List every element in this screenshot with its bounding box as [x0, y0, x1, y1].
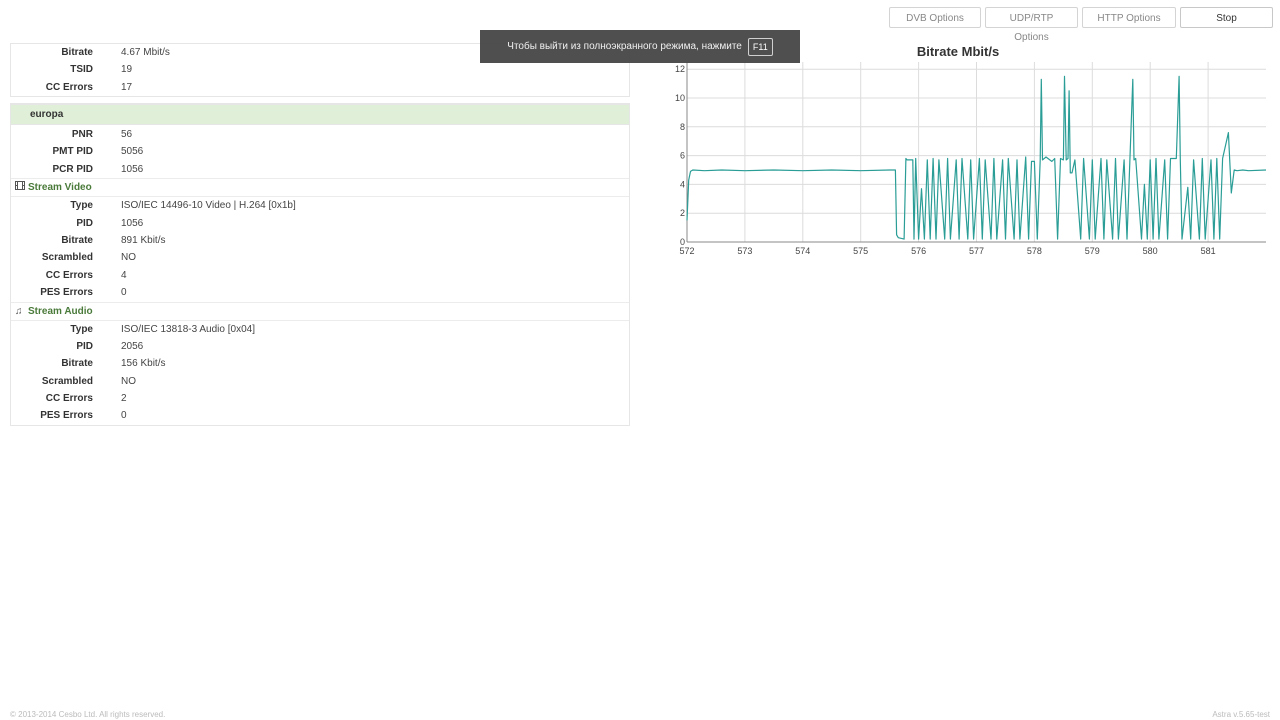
info-value: ISO/IEC 13818-3 Audio [0x04] [121, 323, 255, 335]
info-value: 5056 [121, 146, 144, 158]
info-value: 17 [121, 81, 133, 93]
y-tick-label: 10 [675, 93, 685, 103]
y-tick-label: 6 [680, 151, 685, 161]
x-tick-label: 579 [1085, 246, 1100, 256]
info-label: Type [70, 323, 93, 335]
info-row: CC Errors 4 [11, 267, 629, 284]
info-label: Bitrate [61, 47, 93, 58]
info-value: 1056 [121, 163, 144, 175]
info-row: Scrambled NO [11, 373, 629, 390]
y-tick-label: 2 [680, 208, 685, 218]
info-value: 156 Kbit/s [121, 358, 166, 370]
x-tick-label: 577 [969, 246, 984, 256]
info-label: Bitrate [61, 234, 93, 246]
info-row: PNR 56 [11, 126, 629, 143]
program-panel: europa PNR 56 PMT PID 5056 PCR PID 1056 Strea… [10, 103, 630, 426]
bitrate-chart-svg: Bitrate Mbit/s024681012572 573 574 575 576 57… [675, 44, 1267, 256]
stream-audio-title: Stream Audio [28, 305, 93, 317]
info-row: CC Errors 2 [11, 390, 629, 407]
toolbar: DVB Options UDP/RTP Options HTTP Options… [889, 7, 1273, 43]
info-row: PES Errors 0 [11, 284, 629, 301]
info-row: PES Errors 0 [11, 407, 629, 424]
info-row: Type ISO/IEC 14496-10 Video | H.264 [0x1b… [11, 197, 629, 214]
info-row: PID 1056 [11, 215, 629, 232]
stop-button[interactable]: Stop [1180, 7, 1273, 28]
x-tick-label: 578 [1027, 246, 1042, 256]
dvb-options-button[interactable]: DVB Options [889, 7, 981, 28]
stream-video-header[interactable]: Stream Video [11, 178, 629, 198]
bitrate-chart: Bitrate Mbit/s 0 2 4 6 8 10 12 572 573 574 575 576 57… [660, 40, 1280, 270]
info-label: PMT PID [52, 146, 93, 158]
info-label: PID [76, 340, 93, 352]
program-name: europa [11, 104, 629, 125]
info-value: 2 [121, 393, 127, 405]
fullscreen-exit-notice: Чтобы выйти из полноэкранного режима, на… [480, 30, 800, 63]
x-tick-label: 580 [1143, 246, 1158, 256]
x-tick-label: 581 [1201, 246, 1216, 256]
info-label: CC Errors [45, 393, 93, 405]
info-value: 4 [121, 269, 127, 281]
info-label: Scrambled [41, 375, 93, 387]
x-tick-label: 573 [737, 246, 752, 256]
info-row: Type ISO/IEC 13818-3 Audio [0x04] [11, 321, 629, 338]
info-row: CC Errors 17 [11, 79, 629, 96]
info-label: Type [70, 200, 93, 212]
info-value: ISO/IEC 14496-10 Video | H.264 [0x1b] [121, 200, 296, 212]
info-value: 0 [121, 410, 127, 422]
info-label: CC Errors [45, 81, 93, 93]
info-label: PCR PID [52, 163, 93, 175]
info-row: Scrambled NO [11, 249, 629, 266]
info-value: 4.67 Mbit/s [121, 47, 170, 58]
info-label: CC Errors [45, 269, 93, 281]
info-row: TSID 19 [11, 61, 629, 78]
info-value: 0 [121, 287, 127, 299]
info-value: 56 [121, 129, 133, 140]
info-value: NO [121, 375, 136, 387]
copyright-text: © 2013-2014 Cesbo Ltd. All rights reserv… [10, 710, 166, 719]
info-label: Scrambled [41, 252, 93, 264]
y-tick-label: 8 [680, 122, 685, 132]
x-tick-label: 574 [795, 246, 810, 256]
info-value: 1056 [121, 217, 144, 229]
fullscreen-notice-text: Чтобы выйти из полноэкранного режима, на… [507, 41, 742, 52]
film-icon [15, 179, 26, 196]
info-label: TSID [70, 64, 93, 76]
stream-video-title: Stream Video [28, 182, 92, 194]
info-label: PES Errors [40, 410, 93, 422]
info-value: 2056 [121, 340, 144, 352]
info-value: NO [121, 252, 136, 264]
version-text: Astra v.5.65-test [1212, 710, 1270, 719]
info-value: 19 [121, 64, 133, 76]
http-options-button[interactable]: HTTP Options [1082, 7, 1176, 28]
info-label: PES Errors [40, 287, 93, 299]
info-row: PMT PID 5056 [11, 143, 629, 160]
info-row: Bitrate 891 Kbit/s [11, 232, 629, 249]
info-label: PID [76, 217, 93, 229]
info-label: Bitrate [61, 358, 93, 370]
x-tick-label: 575 [853, 246, 868, 256]
f11-key-badge: F11 [747, 37, 773, 56]
info-row: Bitrate 156 Kbit/s [11, 355, 629, 372]
x-tick-label: 576 [911, 246, 926, 256]
stream-audio-header[interactable]: ♫ Stream Audio [11, 301, 629, 321]
y-tick-label: 4 [680, 179, 685, 189]
y-tick-label: 12 [675, 64, 685, 74]
udp-rtp-options-button[interactable]: UDP/RTP Options [985, 7, 1078, 43]
info-row: PCR PID 1056 [11, 161, 629, 178]
music-note-icon: ♫ [15, 305, 23, 317]
info-label: PNR [71, 129, 93, 140]
info-value: 891 Kbit/s [121, 234, 166, 246]
chart-title: Bitrate Mbit/s [917, 44, 999, 59]
info-row: PID 2056 [11, 338, 629, 355]
x-tick-label: 572 [679, 246, 694, 256]
